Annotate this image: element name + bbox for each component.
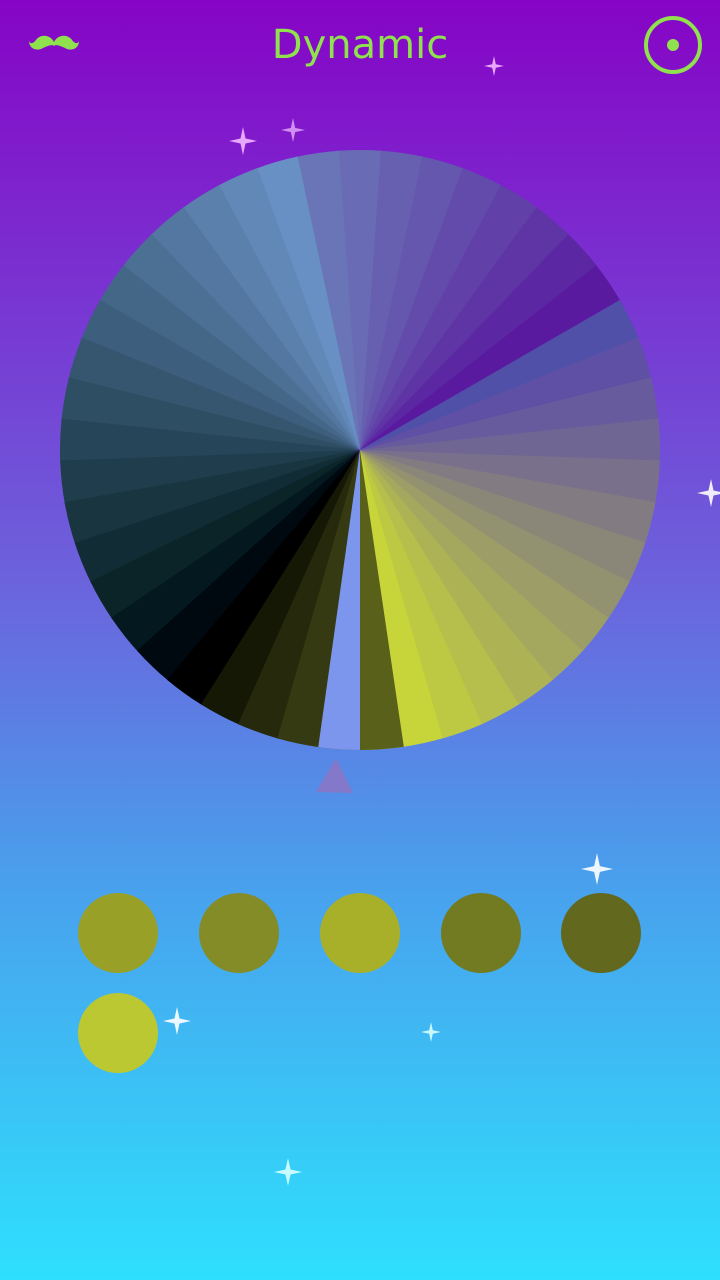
swatch-1[interactable] bbox=[78, 893, 158, 973]
color-wheel[interactable] bbox=[0, 100, 720, 820]
app-header: Dynamic bbox=[0, 0, 720, 90]
swatch-3[interactable] bbox=[320, 893, 400, 973]
swatch-6[interactable] bbox=[78, 993, 158, 1073]
sparkle-icon bbox=[274, 1158, 302, 1186]
swatch-2[interactable] bbox=[199, 893, 279, 973]
sparkle-icon bbox=[581, 853, 613, 885]
swatch-4[interactable] bbox=[441, 893, 521, 973]
page-title: Dynamic bbox=[271, 22, 449, 68]
sparkle-icon bbox=[421, 1022, 441, 1042]
swatch-5[interactable] bbox=[561, 893, 641, 973]
wheel-segments[interactable] bbox=[60, 150, 660, 750]
selection-pointer-icon bbox=[316, 758, 353, 793]
sparkle-icon bbox=[163, 1007, 191, 1035]
radio-target-icon[interactable] bbox=[640, 12, 706, 78]
